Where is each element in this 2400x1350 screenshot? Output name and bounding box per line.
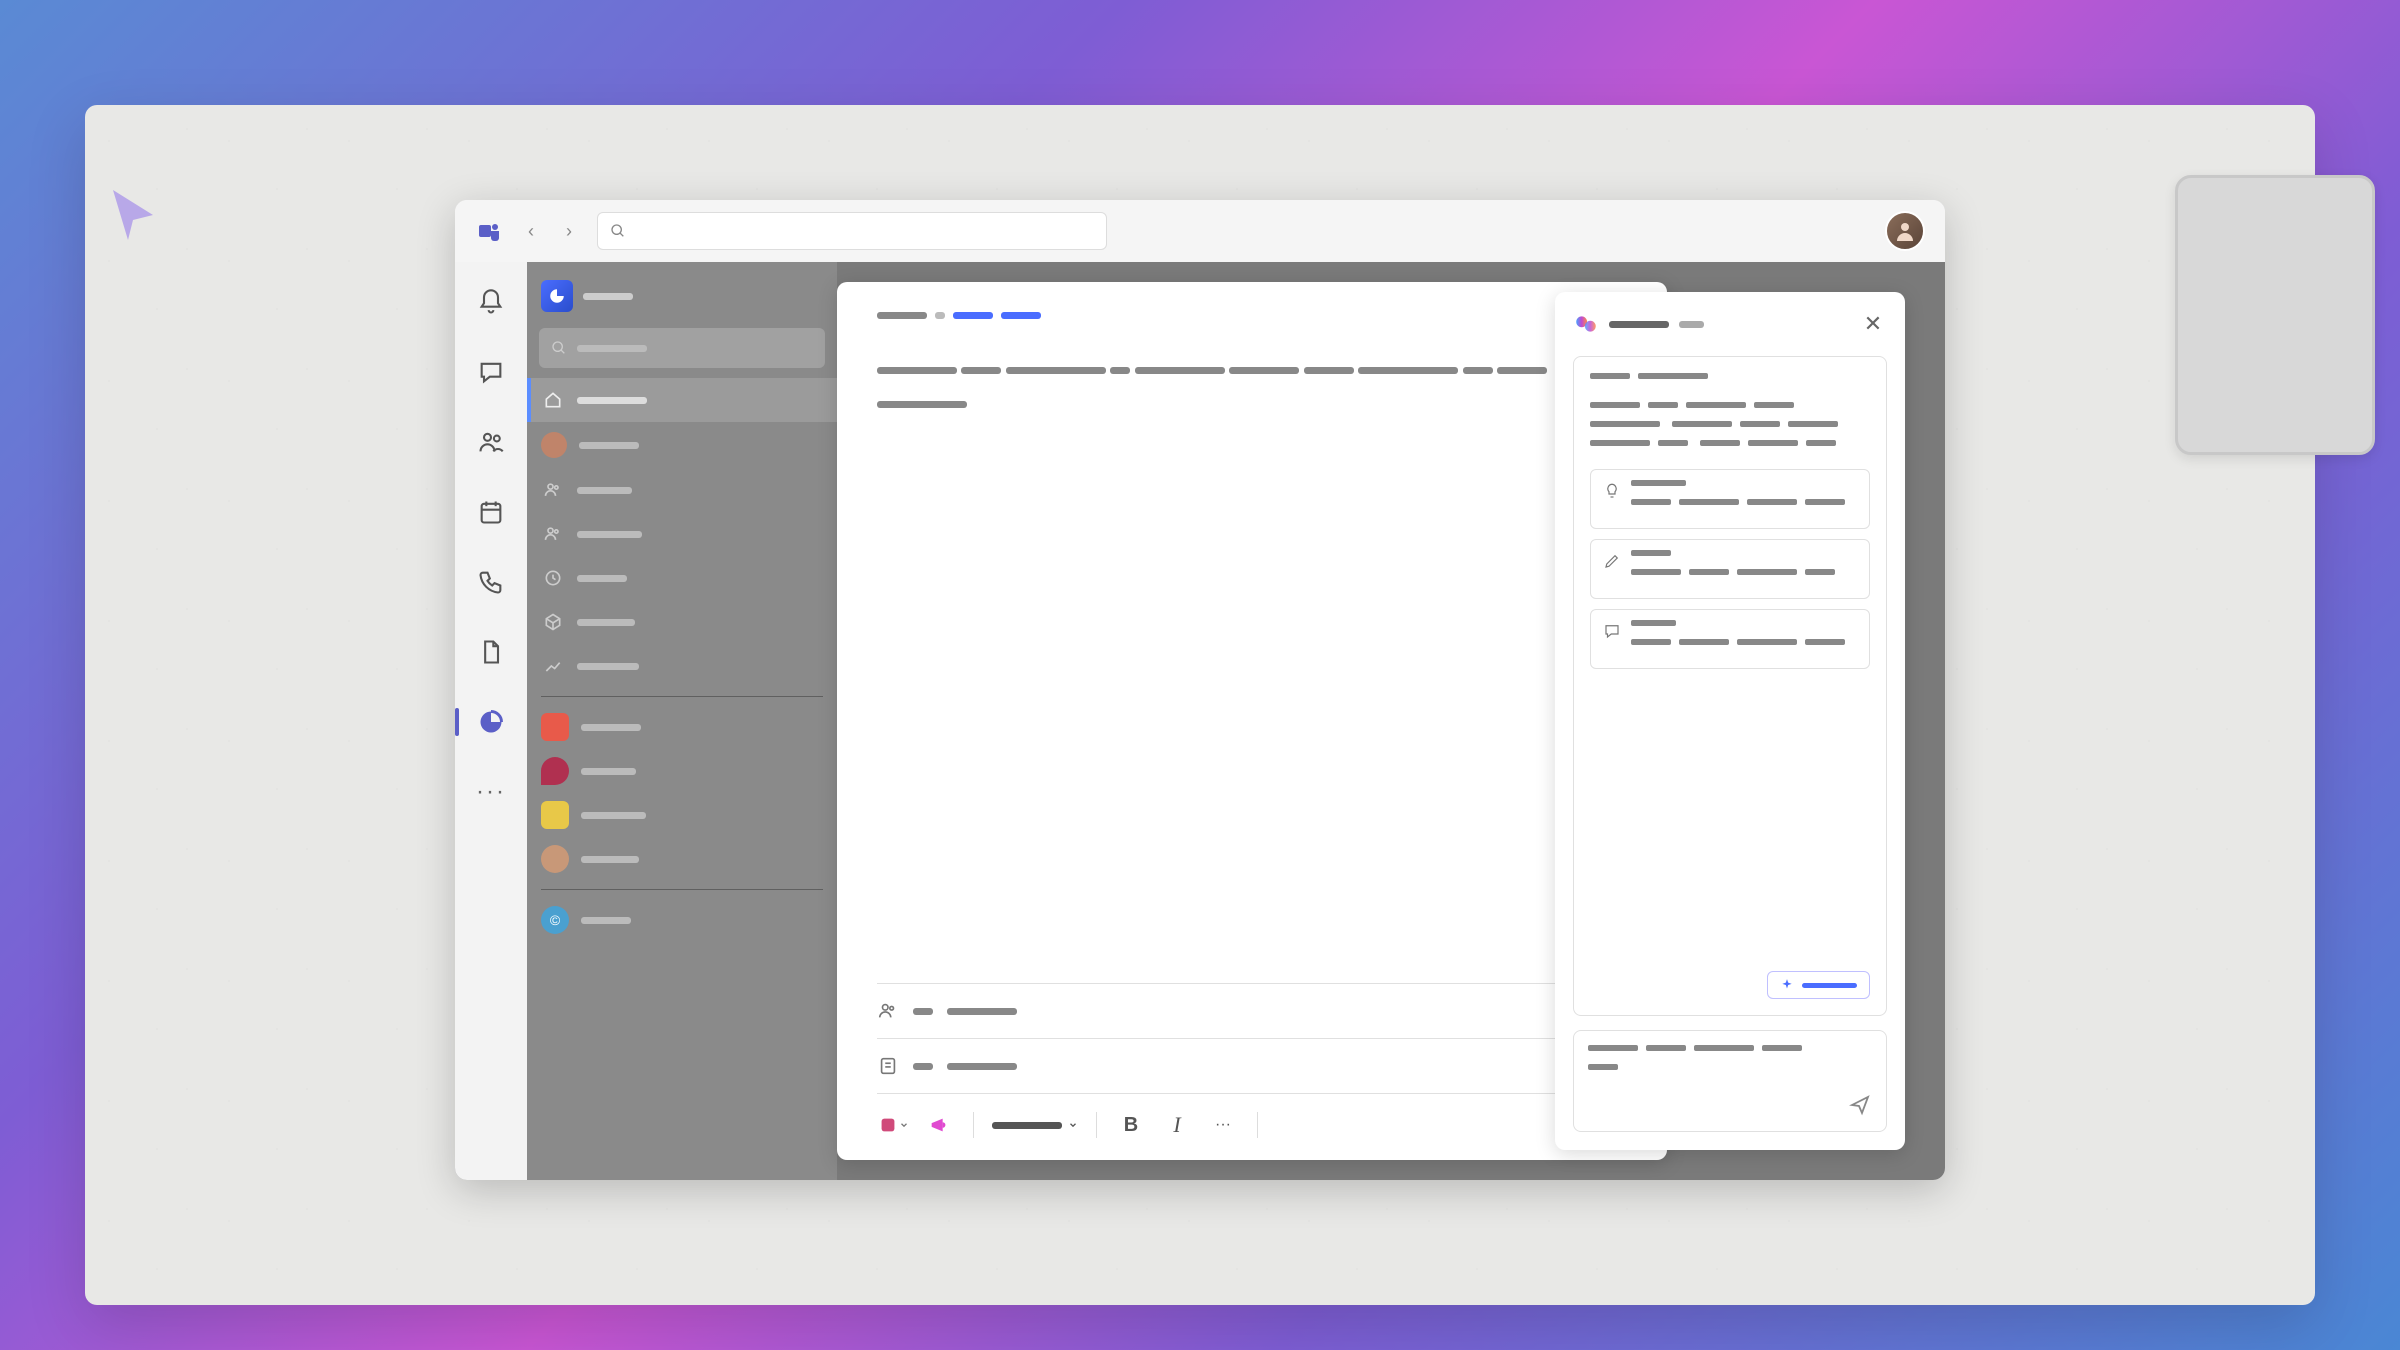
chevron-down-icon <box>1068 1120 1078 1130</box>
megaphone-icon <box>928 1114 950 1136</box>
breadcrumb[interactable] <box>877 312 1627 319</box>
workspace-nav-person[interactable] <box>527 422 837 468</box>
search-icon <box>551 340 567 356</box>
chat-icon <box>477 358 505 386</box>
workspace-app-2[interactable] <box>527 749 837 793</box>
workspace-footer-item[interactable]: © <box>527 898 837 942</box>
send-icon[interactable] <box>1848 1093 1872 1117</box>
rail-teams[interactable] <box>469 420 513 464</box>
copilot-chip-button[interactable] <box>1767 971 1870 999</box>
app-rail: ··· <box>455 262 527 1180</box>
rail-chat[interactable] <box>469 350 513 394</box>
user-avatar[interactable] <box>1885 211 1925 251</box>
rail-calendar[interactable] <box>469 490 513 534</box>
app-icon <box>541 713 569 741</box>
rail-files[interactable] <box>469 630 513 674</box>
decorative-cursor <box>103 185 163 245</box>
copyright-icon: © <box>541 906 569 934</box>
document-panel: B I ··· <box>837 282 1667 1160</box>
workspace-nav-people2[interactable] <box>527 512 837 556</box>
copilot-panel: ✕ <box>1555 292 1905 1150</box>
people-icon <box>477 428 505 456</box>
app-window: ‹ › <box>455 200 1945 1180</box>
decorative-card <box>2175 175 2375 455</box>
note-icon <box>877 1055 899 1077</box>
chat-bubble-icon <box>1603 622 1621 640</box>
app-icon <box>541 757 569 785</box>
editor-toolbar: B I ··· <box>877 1093 1627 1142</box>
people-icon <box>877 1000 899 1022</box>
avatar-icon <box>541 432 567 458</box>
workspace-nav-home[interactable] <box>527 378 837 422</box>
italic-button[interactable]: I <box>1161 1109 1193 1141</box>
copilot-response-card <box>1573 356 1887 1016</box>
bell-icon <box>477 288 505 316</box>
clock-icon <box>541 566 565 590</box>
workspace-logo-icon <box>541 280 573 312</box>
app-icon <box>541 801 569 829</box>
copilot-header: ✕ <box>1573 310 1887 338</box>
people-icon <box>541 522 565 546</box>
people-icon <box>541 478 565 502</box>
nav-forward-button[interactable]: › <box>553 215 585 247</box>
rail-activity[interactable] <box>469 280 513 324</box>
workspace-nav-recent[interactable] <box>527 556 837 600</box>
copilot-greeting <box>1590 373 1870 459</box>
rail-loop[interactable] <box>469 700 513 744</box>
phone-icon <box>477 568 505 596</box>
workspace-app-3[interactable] <box>527 793 837 837</box>
divider <box>541 889 823 890</box>
copilot-input[interactable] <box>1573 1030 1887 1132</box>
copilot-suggestion-3[interactable] <box>1590 609 1870 669</box>
document-content[interactable] <box>877 359 1627 983</box>
workspace-app-4[interactable] <box>527 837 837 881</box>
workspace-sidebar: © <box>527 262 837 1180</box>
workspace-header <box>527 270 837 322</box>
notes-section[interactable] <box>877 1038 1627 1093</box>
divider <box>541 696 823 697</box>
search-icon <box>610 223 626 239</box>
component-icon <box>877 1114 899 1136</box>
copilot-suggestion-1[interactable] <box>1590 469 1870 529</box>
workspace-nav-components[interactable] <box>527 600 837 644</box>
bulb-icon <box>1603 482 1621 500</box>
workspace-nav-people1[interactable] <box>527 468 837 512</box>
announce-button[interactable] <box>923 1109 955 1141</box>
people-section[interactable] <box>877 983 1627 1038</box>
trend-icon <box>541 654 565 678</box>
rail-calls[interactable] <box>469 560 513 604</box>
loop-icon <box>477 708 505 736</box>
copilot-icon <box>1573 311 1599 337</box>
teams-logo-icon <box>475 217 503 245</box>
app-body: ··· <box>455 262 1945 1180</box>
document-icon <box>477 638 505 666</box>
toolbar-more-button[interactable]: ··· <box>1207 1109 1239 1141</box>
desk-surface: ‹ › <box>85 105 2315 1305</box>
chevron-down-icon <box>899 1120 909 1130</box>
workspace-nav-insights[interactable] <box>527 644 837 688</box>
sparkle-icon <box>1780 978 1794 992</box>
calendar-icon <box>477 498 505 526</box>
app-icon <box>541 845 569 873</box>
workspace-search-input[interactable] <box>539 328 825 368</box>
main-area: B I ··· <box>837 262 1945 1180</box>
search-input[interactable] <box>597 212 1107 250</box>
copilot-suggestion-2[interactable] <box>1590 539 1870 599</box>
pencil-icon <box>1603 552 1621 570</box>
home-icon <box>541 388 565 412</box>
component-button[interactable] <box>877 1109 909 1141</box>
workspace-app-1[interactable] <box>527 705 837 749</box>
nav-back-button[interactable]: ‹ <box>515 215 547 247</box>
rail-more[interactable]: ··· <box>469 770 513 814</box>
font-dropdown[interactable] <box>992 1120 1078 1130</box>
cube-icon <box>541 610 565 634</box>
bold-button[interactable]: B <box>1115 1109 1147 1141</box>
titlebar: ‹ › <box>455 200 1945 262</box>
copilot-close-button[interactable]: ✕ <box>1859 310 1887 338</box>
